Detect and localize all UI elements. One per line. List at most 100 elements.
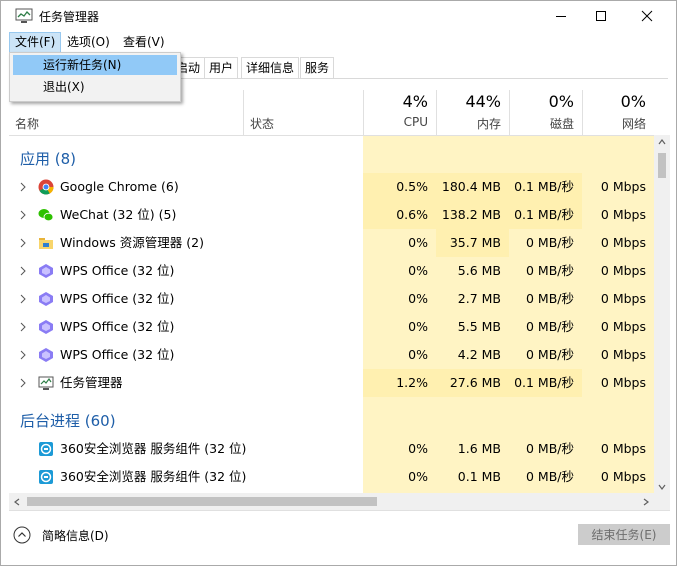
network-value: 0 Mbps [600, 441, 646, 456]
menu-view[interactable]: 查看(V) [118, 33, 170, 52]
maximize-icon [596, 11, 606, 21]
cpu-value: 0% [408, 319, 428, 334]
column-disk-header[interactable]: 0% 磁盘 [509, 90, 582, 135]
process-row[interactable]: WPS Office (32 位) 0% 4.2 MB 0 MB/秒 0 Mbp… [9, 341, 654, 369]
group-background-label: 后台进程 (60) [20, 412, 116, 430]
process-name: WPS Office (32 位) [60, 347, 175, 362]
vertical-scrollbar[interactable] [654, 135, 670, 495]
memory-value: 138.2 MB [436, 201, 509, 229]
chevron-right-icon[interactable] [18, 266, 28, 276]
process-row[interactable]: WPS Office (32 位) 0% 2.7 MB 0 MB/秒 0 Mbp… [9, 285, 654, 313]
column-memory-header[interactable]: 44% 内存 [436, 90, 509, 135]
title-bar[interactable]: 任务管理器 [1, 1, 676, 31]
maximize-button[interactable] [578, 1, 624, 31]
process-row[interactable]: WPS Office (32 位) 0% 5.6 MB 0 MB/秒 0 Mbp… [9, 257, 654, 285]
minimize-icon [556, 16, 566, 17]
process-row[interactable]: Windows 资源管理器 (2) 0% 35.7 MB 0 MB/秒 0 Mb… [9, 229, 654, 257]
memory-value: 5.6 MB [457, 263, 501, 278]
cpu-value: 1.2% [363, 369, 436, 397]
chevron-right-icon[interactable] [18, 322, 28, 332]
process-name: WPS Office (32 位) [60, 291, 175, 306]
column-status-header[interactable]: 状态 [243, 90, 363, 135]
column-network-header[interactable]: 0% 网络 [582, 90, 654, 135]
column-name[interactable]: 名称 [15, 115, 39, 132]
disk-label: 磁盘 [549, 117, 574, 131]
horizontal-scrollbar[interactable] [9, 493, 654, 510]
disk-value: 0 MB/秒 [526, 347, 574, 362]
task-manager-app-icon [15, 8, 33, 23]
menu-item-run-new-task[interactable]: 运行新任务(N) [13, 55, 177, 75]
column-cpu-header[interactable]: 4% CPU [363, 90, 436, 135]
end-task-button[interactable]: 结束任务(E) [578, 524, 670, 545]
scrollbar-corner [654, 493, 670, 510]
disk-total-pct: 0% [548, 92, 574, 111]
memory-value: 5.5 MB [457, 319, 501, 334]
cpu-value: 0% [408, 441, 428, 456]
chevron-right-icon[interactable] [18, 294, 28, 304]
wechat-icon [38, 209, 54, 222]
column-status-label: 状态 [250, 117, 275, 131]
cpu-value: 0.5% [363, 173, 436, 201]
chevron-right-icon[interactable] [18, 182, 28, 192]
group-apps[interactable]: 应用 (8) [9, 143, 654, 171]
footer: 简略信息(D) 结束任务(E) [9, 510, 670, 559]
tab-details[interactable]: 详细信息 [241, 57, 300, 79]
network-value: 0 Mbps [600, 319, 646, 334]
wps-icon [39, 320, 53, 334]
memory-value: 1.6 MB [457, 441, 501, 456]
network-value: 0 Mbps [600, 347, 646, 362]
vertical-scroll-thumb[interactable] [658, 153, 666, 178]
tab-services[interactable]: 服务 [300, 57, 335, 79]
folder-icon [39, 238, 53, 249]
process-row[interactable]: 任务管理器 1.2% 27.6 MB 0.1 MB/秒 0 Mbps [9, 369, 654, 397]
horizontal-scroll-thumb[interactable] [27, 497, 377, 506]
process-row[interactable]: WeChat (32 位) (5) 0.6% 138.2 MB 0.1 MB/秒… [9, 201, 654, 229]
process-list: 名称 状态 4% CPU 44% 内存 0% 磁盘 0% 网络 应用 (8) G… [9, 90, 670, 495]
chevron-right-icon[interactable] [18, 210, 28, 220]
chevron-right-icon[interactable] [18, 378, 28, 388]
memory-total-pct: 44% [465, 92, 501, 111]
close-icon [641, 10, 653, 22]
network-label: 网络 [621, 117, 646, 131]
scroll-up-icon[interactable] [658, 139, 666, 145]
chevron-right-icon[interactable] [18, 238, 28, 248]
process-name: WPS Office (32 位) [60, 319, 175, 334]
disk-value: 0 MB/秒 [526, 469, 574, 484]
disk-value: 0 MB/秒 [526, 441, 574, 456]
menu-bar: 文件(F) 选项(O) 查看(V) [1, 31, 676, 53]
process-row[interactable]: 360安全浏览器 服务组件 (32 位) 0% 1.6 MB 0 MB/秒 0 … [9, 435, 654, 463]
process-row[interactable]: 360安全浏览器 服务组件 (32 位) 0% 0.1 MB 0 MB/秒 0 … [9, 463, 654, 491]
process-name: WeChat (32 位) (5) [60, 207, 177, 222]
network-value: 0 Mbps [600, 469, 646, 484]
process-row[interactable]: WPS Office (32 位) 0% 5.5 MB 0 MB/秒 0 Mbp… [9, 313, 654, 341]
process-name: 360安全浏览器 服务组件 (32 位) [60, 469, 247, 484]
cpu-value: 0% [408, 263, 428, 278]
network-value: 0 Mbps [600, 375, 646, 390]
disk-value: 0.1 MB/秒 [509, 173, 582, 201]
menu-options[interactable]: 选项(O) [62, 33, 115, 52]
process-name: 360安全浏览器 服务组件 (32 位) [60, 441, 247, 456]
cpu-value: 0% [408, 235, 428, 250]
close-button[interactable] [624, 1, 670, 31]
scroll-left-icon[interactable] [14, 498, 20, 506]
menu-file[interactable]: 文件(F) [9, 32, 62, 53]
tab-users[interactable]: 用户 [204, 57, 239, 79]
process-name: Google Chrome (6) [60, 179, 179, 194]
cpu-label: CPU [403, 115, 428, 129]
scroll-down-icon[interactable] [658, 484, 666, 490]
group-background[interactable]: 后台进程 (60) [9, 405, 654, 433]
task-manager-icon [38, 376, 54, 390]
cpu-value: 0.6% [363, 201, 436, 229]
process-row[interactable]: Google Chrome (6) 0.5% 180.4 MB 0.1 MB/秒… [9, 173, 654, 201]
chevron-right-icon[interactable] [18, 350, 28, 360]
scroll-right-icon[interactable] [643, 498, 649, 506]
process-name: WPS Office (32 位) [60, 263, 175, 278]
network-value: 0 Mbps [600, 291, 646, 306]
memory-value: 27.6 MB [436, 369, 509, 397]
disk-value: 0 MB/秒 [526, 235, 574, 250]
menu-item-exit[interactable]: 退出(X) [13, 77, 177, 97]
network-value: 0 Mbps [600, 235, 646, 250]
wps-icon [39, 292, 53, 306]
wps-icon [39, 264, 53, 278]
process-name: Windows 资源管理器 (2) [60, 235, 204, 250]
